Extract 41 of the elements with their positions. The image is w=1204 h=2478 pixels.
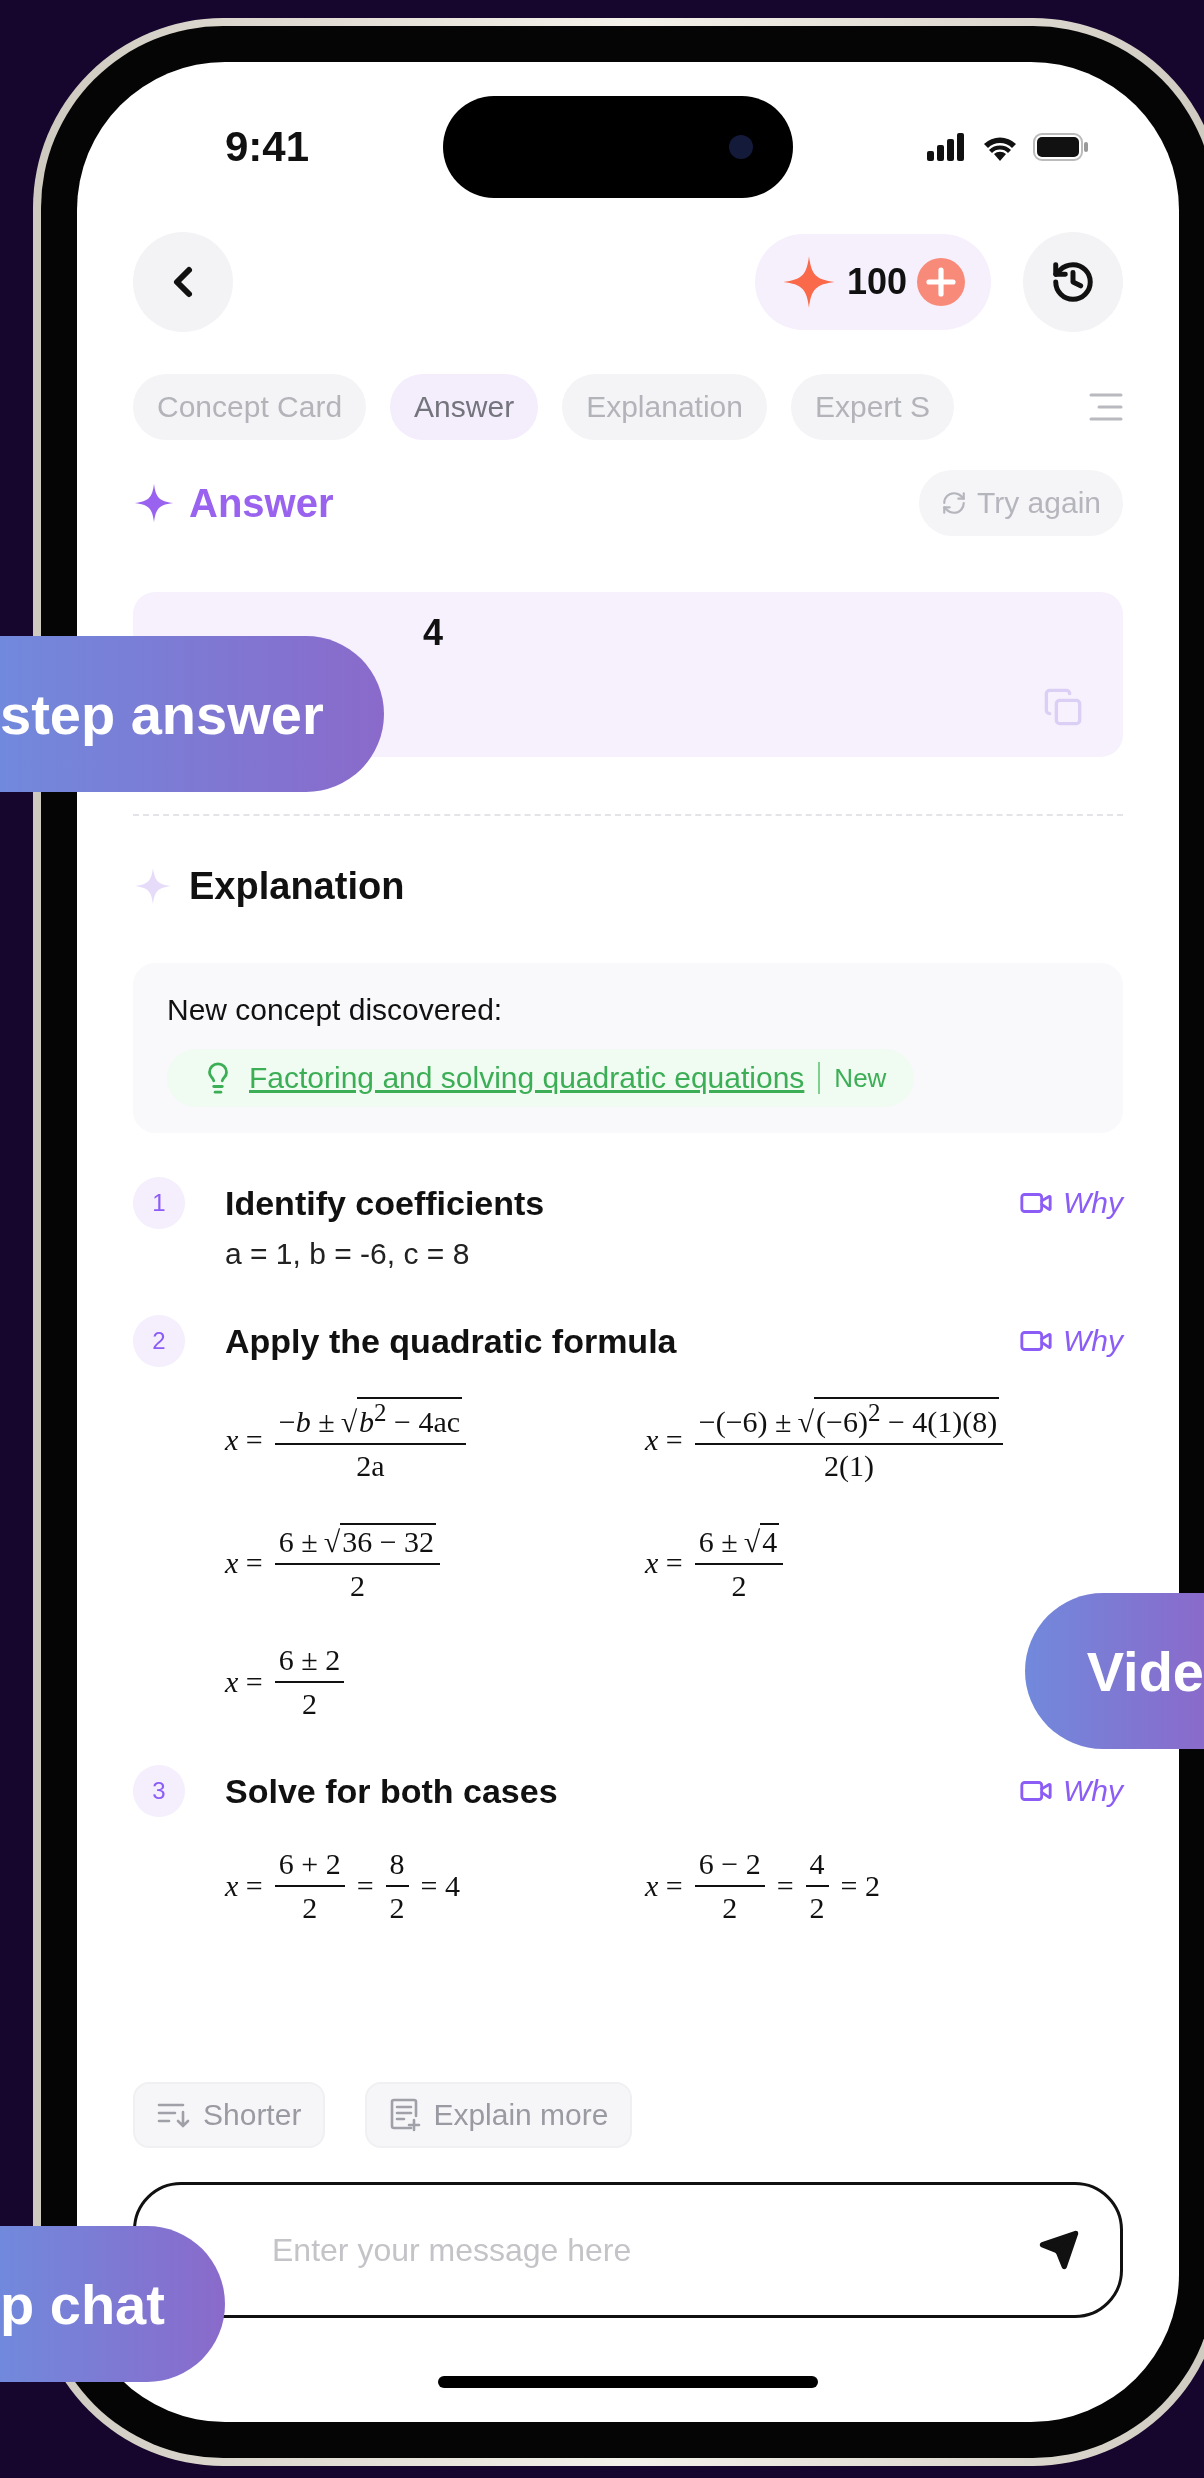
why-button[interactable]: Why (1019, 1324, 1123, 1358)
shorter-button[interactable]: Shorter (133, 2082, 326, 2148)
message-input[interactable]: Enter your message here (270, 2230, 1038, 2270)
math-formula: x = 6 ± √4 2 (645, 1523, 784, 1603)
step-number: 2 (133, 1315, 185, 1367)
tab[interactable]: Explanation (562, 374, 767, 440)
tab[interactable]: Answer (390, 374, 539, 440)
why-button[interactable]: Why (1019, 1774, 1123, 1808)
section-title: Explanation (189, 864, 405, 908)
section-title: Answer (189, 480, 334, 526)
battery-icon (1033, 133, 1089, 161)
step-detail: a = 1, b = -6, c = 8 (225, 1237, 471, 1271)
step-title: Solve for both cases (225, 1771, 558, 1811)
explain-more-button[interactable]: Explain more (365, 2082, 633, 2148)
refresh-icon (941, 490, 968, 516)
feature-callout: Vide (1024, 1593, 1204, 1749)
math-formula: x = −(−6) ± √(−6)$^{2}$ − 4(1)(8) 2(1) (645, 1397, 1004, 1483)
answer-text: 4 (423, 612, 444, 653)
step-number: 1 (133, 1177, 185, 1229)
plus-icon (917, 258, 965, 306)
status-time: 9:41 (225, 123, 310, 171)
new-label: New (834, 1062, 887, 1094)
feature-callout: step answer (0, 636, 384, 792)
document-plus-icon (389, 2098, 422, 2132)
step-number: 3 (133, 1765, 185, 1817)
concept-heading: New concept discovered: (167, 993, 503, 1027)
math-formula: x = −b ± √b$^{2}$ − 4ac 2a (225, 1397, 467, 1483)
feature-callout: p chat (0, 2226, 225, 2382)
send-icon (1038, 2229, 1080, 2271)
try-again-button[interactable]: Try again (919, 470, 1123, 536)
math-formula: x = 6 ± √36 − 32 2 (225, 1523, 441, 1603)
signal-icon (927, 133, 967, 161)
history-icon (1050, 259, 1096, 305)
why-button[interactable]: Why (1019, 1186, 1123, 1220)
credits-button[interactable]: 100 (754, 234, 991, 330)
step-title: Apply the quadratic formula (225, 1321, 677, 1361)
tab[interactable]: Expert S (790, 374, 954, 440)
send-button[interactable] (1038, 2229, 1080, 2271)
concept-link[interactable]: Factoring and solving quadratic equations (249, 1061, 805, 1095)
step-title: Identify coefficients (225, 1183, 545, 1223)
tab[interactable]: Concept Card (133, 374, 367, 440)
